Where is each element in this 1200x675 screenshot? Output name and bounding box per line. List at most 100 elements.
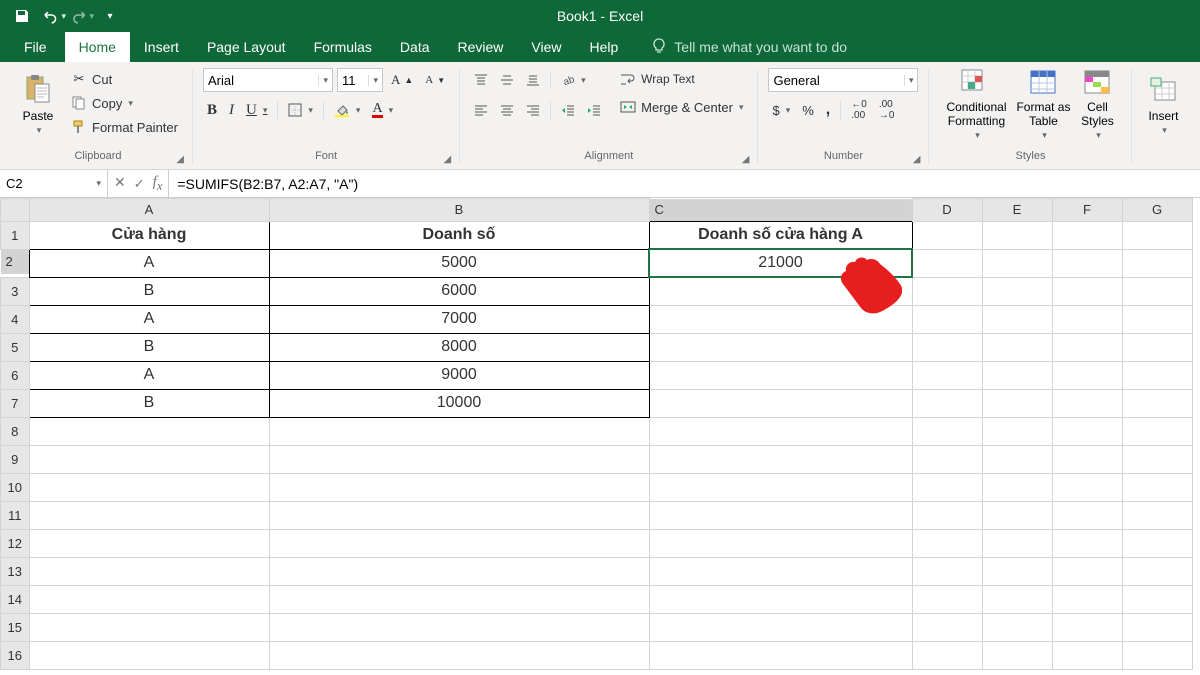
tab-page-layout[interactable]: Page Layout	[193, 32, 300, 62]
cell-C8[interactable]	[649, 417, 912, 445]
tab-data[interactable]: Data	[386, 32, 444, 62]
align-top-icon[interactable]	[470, 69, 492, 91]
col-header-F[interactable]: F	[1052, 199, 1122, 222]
cell-F9[interactable]	[1052, 445, 1122, 473]
decrease-decimal-icon[interactable]: .00→0	[875, 99, 899, 121]
cell-A10[interactable]	[29, 473, 269, 501]
row-header-14[interactable]: 14	[1, 585, 30, 613]
copy-button[interactable]: Copy▾	[66, 92, 182, 114]
cell-C11[interactable]	[649, 501, 912, 529]
cell-F5[interactable]	[1052, 333, 1122, 361]
cancel-formula-icon[interactable]: ✕	[114, 175, 126, 192]
row-header-9[interactable]: 9	[1, 445, 30, 473]
cell-C10[interactable]	[649, 473, 912, 501]
decrease-indent-icon[interactable]	[557, 99, 579, 121]
cell-G15[interactable]	[1122, 613, 1192, 641]
cell-D15[interactable]	[912, 613, 982, 641]
cell-G6[interactable]	[1122, 361, 1192, 389]
cell-E12[interactable]	[982, 529, 1052, 557]
align-middle-icon[interactable]	[496, 69, 518, 91]
cell-F10[interactable]	[1052, 473, 1122, 501]
cell-B1[interactable]: Doanh số	[269, 221, 649, 249]
comma-format-button[interactable]: ,	[822, 99, 834, 121]
wrap-text-button[interactable]: Wrap Text	[615, 68, 747, 90]
dialog-launcher-icon[interactable]: ◢	[913, 153, 921, 167]
cell-E2[interactable]	[982, 249, 1052, 277]
align-bottom-icon[interactable]	[522, 69, 544, 91]
col-header-A[interactable]: A	[29, 199, 269, 222]
row-header-16[interactable]: 16	[1, 641, 30, 669]
spreadsheet-grid[interactable]: ABCDEFG1Cửa hàngDoanh sốDoanh số cửa hàn…	[0, 198, 1200, 675]
paste-button[interactable]: Paste ▾	[14, 68, 62, 142]
tab-file[interactable]: File	[6, 32, 65, 62]
row-header-2[interactable]: 2	[1, 250, 29, 274]
cell-F15[interactable]	[1052, 613, 1122, 641]
cell-E9[interactable]	[982, 445, 1052, 473]
increase-indent-icon[interactable]	[583, 99, 605, 121]
cell-F7[interactable]	[1052, 389, 1122, 417]
cell-C12[interactable]	[649, 529, 912, 557]
cell-G2[interactable]	[1122, 249, 1192, 277]
cell-F13[interactable]	[1052, 557, 1122, 585]
orientation-icon[interactable]: ab▾	[557, 69, 590, 91]
tab-view[interactable]: View	[517, 32, 575, 62]
format-painter-button[interactable]: Format Painter	[66, 116, 182, 138]
font-size-select[interactable]: 11▾	[337, 68, 383, 92]
cell-styles-button[interactable]: Cell Styles▾	[1073, 68, 1121, 142]
insert-cells-button[interactable]: Insert▾	[1142, 68, 1184, 142]
cell-A4[interactable]: A	[29, 305, 269, 333]
dialog-launcher-icon[interactable]: ◢	[742, 153, 750, 167]
row-header-8[interactable]: 8	[1, 417, 30, 445]
row-header-3[interactable]: 3	[1, 277, 30, 305]
cell-E5[interactable]	[982, 333, 1052, 361]
cell-F11[interactable]	[1052, 501, 1122, 529]
dialog-launcher-icon[interactable]: ◢	[443, 153, 451, 167]
cell-A6[interactable]: A	[29, 361, 269, 389]
cell-E3[interactable]	[982, 277, 1052, 305]
dialog-launcher-icon[interactable]: ◢	[176, 153, 184, 167]
cell-B16[interactable]	[269, 641, 649, 669]
formula-input[interactable]: =SUMIFS(B2:B7, A2:A7, "A")	[169, 170, 1200, 197]
cell-D8[interactable]	[912, 417, 982, 445]
tab-help[interactable]: Help	[576, 32, 633, 62]
row-header-4[interactable]: 4	[1, 305, 30, 333]
cell-B11[interactable]	[269, 501, 649, 529]
align-left-icon[interactable]	[470, 99, 492, 121]
tab-formulas[interactable]: Formulas	[300, 32, 386, 62]
cell-C13[interactable]	[649, 557, 912, 585]
cell-B10[interactable]	[269, 473, 649, 501]
cell-E13[interactable]	[982, 557, 1052, 585]
cell-F8[interactable]	[1052, 417, 1122, 445]
row-header-7[interactable]: 7	[1, 389, 30, 417]
cell-B13[interactable]	[269, 557, 649, 585]
accounting-format-button[interactable]: $▾	[768, 99, 794, 121]
row-header-1[interactable]: 1	[1, 221, 30, 249]
cell-E16[interactable]	[982, 641, 1052, 669]
cell-F1[interactable]	[1052, 221, 1122, 249]
cell-A15[interactable]	[29, 613, 269, 641]
cell-C2[interactable]: 21000	[649, 249, 912, 277]
cell-F3[interactable]	[1052, 277, 1122, 305]
number-format-select[interactable]: General▾	[768, 68, 918, 92]
cut-button[interactable]: ✂Cut	[66, 68, 182, 90]
cell-F2[interactable]	[1052, 249, 1122, 277]
cell-G8[interactable]	[1122, 417, 1192, 445]
cell-C7[interactable]	[649, 389, 912, 417]
enter-formula-icon[interactable]: ✓	[134, 176, 145, 192]
cell-G13[interactable]	[1122, 557, 1192, 585]
cell-C5[interactable]	[649, 333, 912, 361]
tab-tellme[interactable]: Tell me what you want to do	[638, 32, 861, 62]
tab-review[interactable]: Review	[444, 32, 518, 62]
font-name-select[interactable]: Arial▾	[203, 68, 333, 92]
row-header-6[interactable]: 6	[1, 361, 30, 389]
fill-color-button[interactable]: ▾	[330, 99, 365, 121]
cell-G16[interactable]	[1122, 641, 1192, 669]
col-header-G[interactable]: G	[1122, 199, 1192, 222]
format-as-table-button[interactable]: Format as Table▾	[1013, 68, 1073, 142]
cell-D7[interactable]	[912, 389, 982, 417]
cell-A14[interactable]	[29, 585, 269, 613]
name-box[interactable]: C2▾	[0, 170, 108, 197]
cell-A12[interactable]	[29, 529, 269, 557]
cell-C15[interactable]	[649, 613, 912, 641]
font-color-button[interactable]: A▾	[368, 99, 397, 121]
